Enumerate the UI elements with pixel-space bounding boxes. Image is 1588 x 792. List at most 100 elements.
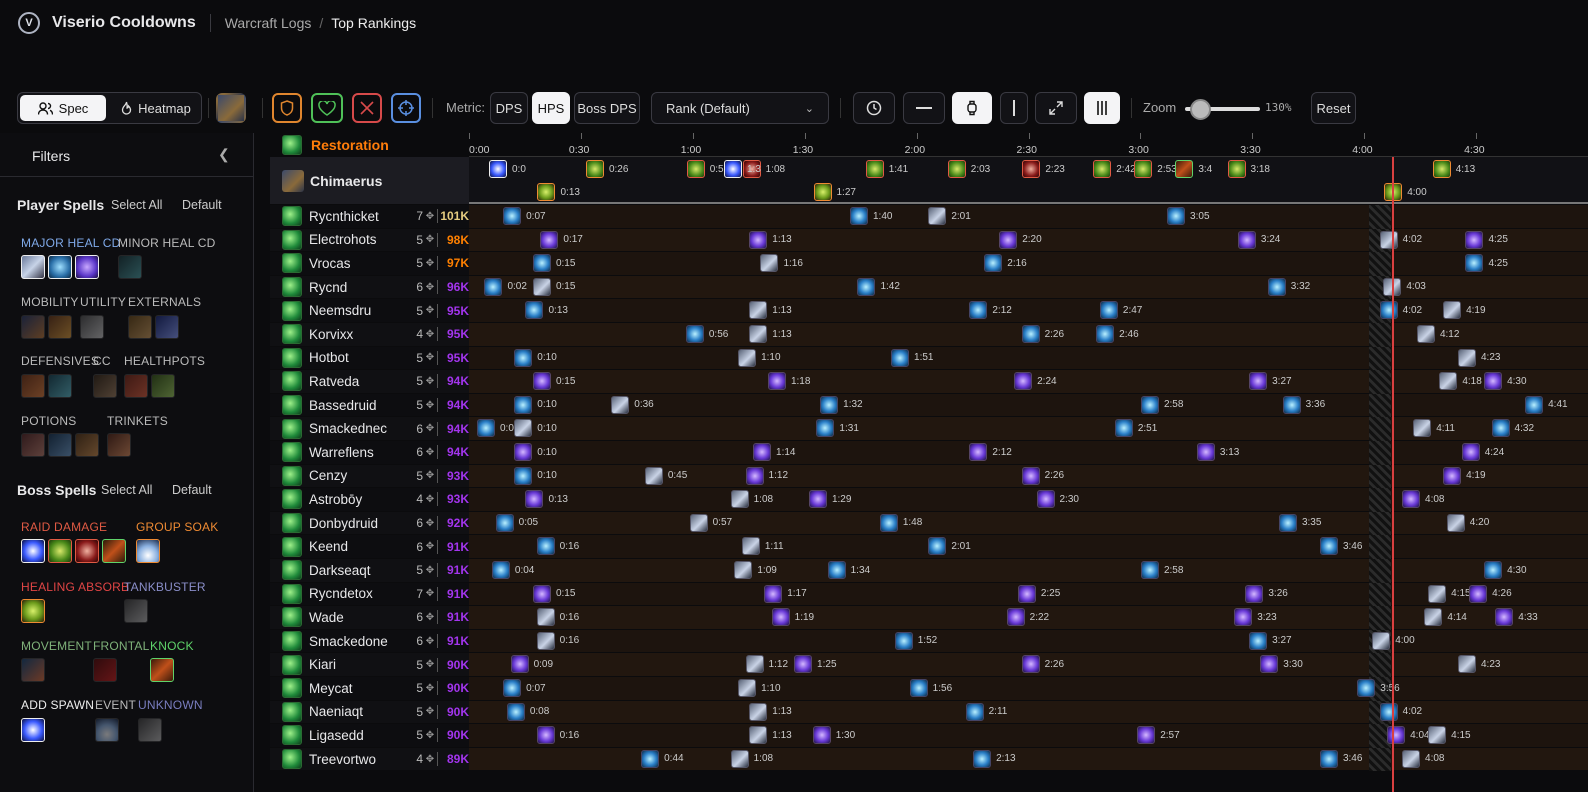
boss-event-marker[interactable]: 1:27 [813, 183, 856, 201]
cooldown-cast-marker[interactable]: 1:51 [891, 348, 933, 367]
player-name[interactable]: Keend [309, 539, 401, 554]
player-name[interactable]: Bassedruid [309, 398, 401, 413]
cooldown-cast-marker[interactable]: 4:02 [1379, 301, 1422, 320]
cooldown-cast-marker[interactable]: 0:57 [689, 513, 732, 532]
clock-button[interactable] [853, 92, 895, 124]
cooldown-cast-marker[interactable]: 4:25 [1465, 230, 1508, 249]
cooldown-cast-marker[interactable]: 4:12 [1416, 325, 1459, 343]
cooldown-cast-marker[interactable]: 3:27 [1249, 631, 1292, 650]
boss-event-marker[interactable]: 2:03 [947, 160, 990, 178]
cooldown-cast-marker[interactable]: 1:13 [749, 726, 792, 745]
boss-event-marker[interactable]: 2:42 [1093, 160, 1136, 178]
cooldown-cast-marker[interactable]: 3:46 [1319, 537, 1362, 556]
player-row[interactable]: Vrocas 5 ✥ 97K [270, 252, 469, 276]
tank-role-shield-icon[interactable] [272, 93, 302, 123]
boss-event-marker[interactable]: 0:26 [585, 160, 628, 178]
cooldown-cast-marker[interactable]: 2:16 [984, 254, 1027, 273]
cooldown-cast-marker[interactable]: 0:15 [532, 584, 575, 603]
cooldown-cast-marker[interactable]: 4:33 [1495, 608, 1538, 627]
cooldown-cast-marker[interactable]: 4:30 [1484, 561, 1527, 579]
cooldown-cast-marker[interactable]: 1:14 [753, 443, 795, 461]
player-row[interactable]: Rycnthicket 7 ✥ 101K [270, 205, 469, 229]
cooldown-cast-marker[interactable]: 1:12 [745, 466, 788, 485]
healthpot-icon[interactable] [124, 374, 148, 398]
boss-event-marker[interactable]: 1:3 [723, 160, 761, 178]
cooldown-cast-marker[interactable]: 3:26 [1245, 584, 1288, 603]
player-name[interactable]: Smackednec [309, 421, 401, 436]
boss-spell-maw-icon[interactable] [75, 539, 99, 563]
cooldown-cast-marker[interactable]: 1:40 [850, 207, 892, 225]
cooldown-cast-marker[interactable]: 4:26 [1469, 584, 1512, 603]
cooldown-cast-marker[interactable]: 0:15 [532, 277, 575, 296]
cooldown-cast-marker[interactable]: 2:46 [1096, 325, 1139, 343]
player-name[interactable]: Vrocas [309, 256, 401, 271]
external-spell-icon[interactable] [128, 315, 152, 339]
cooldown-cast-marker[interactable]: 1:18 [767, 372, 810, 391]
boss-event-marker[interactable]: 4:13 [1432, 160, 1475, 178]
cooldown-cast-marker[interactable]: 2:11 [965, 702, 1007, 721]
cooldown-cast-marker[interactable]: 2:58 [1140, 395, 1183, 414]
boss-spell-absorb-icon[interactable] [21, 599, 45, 623]
boss-event-marker[interactable]: 2:53 [1134, 160, 1177, 178]
player-name[interactable]: Wade [309, 610, 401, 625]
player-name[interactable]: Rycnd [309, 280, 401, 295]
cooldown-cast-marker[interactable]: 3:24 [1237, 230, 1280, 249]
cooldown-cast-marker[interactable]: 2:01 [928, 537, 971, 556]
player-row[interactable]: Neemsdru 5 ✥ 95K [270, 299, 469, 323]
boss-event-marker[interactable]: 1:41 [865, 160, 908, 178]
cooldown-cast-marker[interactable]: 4:18 [1439, 372, 1482, 391]
cooldown-cast-marker[interactable]: 0:16 [536, 726, 579, 745]
cooldown-cast-marker[interactable]: 0:07 [503, 207, 546, 225]
player-name[interactable]: Meycat [309, 681, 401, 696]
player-row[interactable]: Rycndetox 7 ✥ 91K [270, 582, 469, 607]
ironbark-spell-icon[interactable] [48, 255, 72, 279]
category-externals[interactable]: EXTERNALS [128, 295, 201, 309]
boss-spell-goo-icon[interactable] [48, 539, 72, 563]
player-default-button[interactable]: Default [182, 198, 222, 212]
cooldown-cast-marker[interactable]: 1:42 [857, 277, 900, 296]
breadcrumb-warcraft-logs[interactable]: Warcraft Logs [225, 15, 312, 31]
cooldown-cast-marker[interactable]: 1:10 [738, 679, 781, 697]
cooldown-cast-marker[interactable]: 3:27 [1249, 372, 1292, 391]
cooldown-cast-marker[interactable]: 4:41 [1525, 395, 1568, 414]
boss-event-marker[interactable]: 3:18 [1227, 160, 1270, 178]
cooldown-cast-marker[interactable]: 0:16 [536, 537, 579, 556]
cooldown-cast-marker[interactable]: 2:47 [1099, 301, 1142, 320]
cooldown-cast-marker[interactable]: 3:05 [1167, 207, 1210, 225]
category-utility[interactable]: UTILITY [80, 295, 126, 309]
boss-spell-unknown-icon[interactable] [138, 718, 162, 742]
cooldown-cast-marker[interactable]: 1:16 [760, 254, 803, 273]
cooldown-cast-marker[interactable]: 0:10 [514, 419, 557, 438]
player-row[interactable]: Electrohots 5 ✥ 98K [270, 228, 469, 253]
metric-dps-button[interactable]: DPS [490, 92, 528, 124]
cooldown-cast-marker[interactable]: 4:08 [1402, 749, 1445, 768]
cooldown-cast-marker[interactable]: 0:16 [536, 608, 579, 627]
cooldown-cast-marker[interactable]: 2:01 [928, 207, 971, 225]
cooldown-cast-marker[interactable]: 1:56 [909, 679, 952, 697]
cooldown-cast-marker[interactable]: 2:13 [973, 749, 1016, 768]
cooldown-cast-marker[interactable]: 0:36 [611, 395, 654, 414]
cooldown-cast-marker[interactable]: 2:20 [999, 230, 1042, 249]
player-name[interactable]: Hotbot [309, 350, 401, 365]
player-name[interactable]: Darkseaqt [309, 563, 401, 578]
melee-dps-swords-icon[interactable] [352, 93, 382, 123]
cooldown-cast-marker[interactable]: 4:02 [1379, 702, 1422, 721]
category-mobility[interactable]: MOBILITY [21, 295, 79, 309]
cooldown-cast-marker[interactable]: 1:29 [808, 490, 851, 509]
cooldown-cast-marker[interactable]: 0:45 [644, 466, 687, 485]
cooldown-cast-marker[interactable]: 2:26 [1021, 655, 1064, 674]
cooldown-cast-marker[interactable]: 4:11 [1413, 419, 1455, 438]
healer-role-heart-icon[interactable] [311, 93, 343, 123]
player-row[interactable]: Astrobōy 4 ✥ 93K [270, 488, 469, 512]
cooldown-cast-marker[interactable]: 2:30 [1036, 490, 1079, 509]
cooldown-cast-marker[interactable]: 1:12 [745, 655, 788, 674]
player-row[interactable]: Warreflens 6 ✥ 94K [270, 441, 469, 465]
vertical-line-button[interactable] [1000, 92, 1028, 124]
cooldown-cast-marker[interactable]: 0:09 [510, 655, 553, 674]
player-row[interactable]: Kiari 5 ✥ 90K [270, 653, 469, 677]
cooldown-cast-marker[interactable]: 2:12 [969, 443, 1012, 461]
boss-event-marker[interactable]: 4:00 [1384, 183, 1427, 201]
player-name[interactable]: Rycnthicket [309, 209, 401, 224]
category-knock[interactable]: KNOCK [150, 639, 194, 653]
rank-select[interactable]: Rank (Default) ⌄ [651, 92, 829, 124]
